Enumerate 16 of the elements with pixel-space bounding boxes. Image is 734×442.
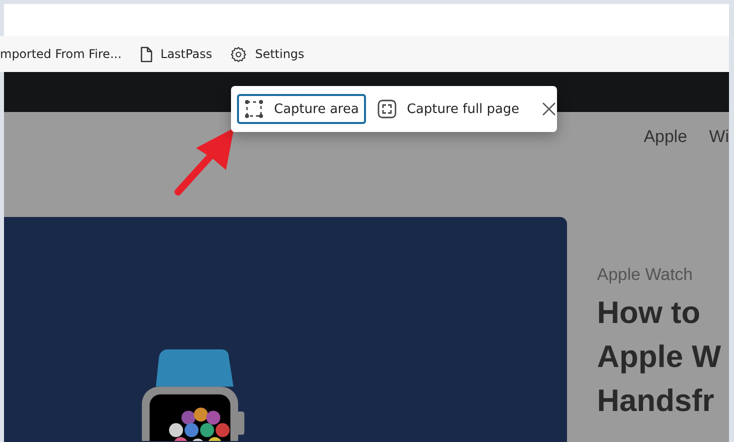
article-title-line[interactable]: Handsfr: [597, 379, 721, 423]
page-icon: [140, 46, 153, 62]
dashed-selection-icon: [244, 99, 264, 119]
article-title-line[interactable]: How to: [597, 291, 721, 335]
full-page-icon: [376, 99, 397, 119]
bookmark-link[interactable]: Settings: [255, 47, 304, 61]
capture-option-button[interactable]: Capture area: [237, 94, 366, 124]
article-title-line[interactable]: Apple W: [597, 335, 721, 379]
close-icon: [542, 102, 556, 116]
nav-link[interactable]: Wi: [709, 127, 729, 147]
settings-icon: [230, 46, 248, 62]
bookmark-link[interactable]: LastPass: [160, 47, 212, 61]
bookmark-link[interactable]: mported From Fire...: [0, 47, 122, 61]
nav-link[interactable]: Apple: [644, 127, 688, 147]
article-category[interactable]: Apple Watch: [597, 265, 721, 285]
arrow-drawing-group: [174, 128, 234, 196]
